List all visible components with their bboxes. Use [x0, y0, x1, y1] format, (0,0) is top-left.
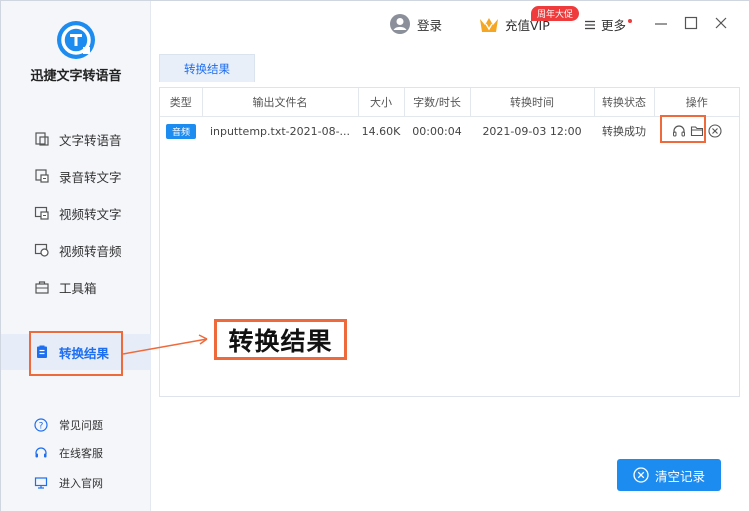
audio-type-badge: 音频 — [165, 123, 196, 139]
bottom-link-label: 常见问题 — [59, 419, 103, 432]
filename-cell: inputtemp.txt-2021-08-... — [209, 124, 351, 138]
promo-badge: 周年大促 — [531, 6, 580, 21]
svg-text:?: ? — [39, 422, 44, 432]
minimize-button[interactable] — [653, 15, 669, 31]
toolbox-icon — [34, 279, 50, 295]
column-header: 类型 — [160, 88, 203, 117]
bottom-link-label: 在线客服 — [59, 447, 103, 460]
app-window: 迅捷文字转语音 文字转语音 录音转文字 视频转文字 视频转音频 工具箱 转换结果… — [0, 0, 750, 512]
official-site-link[interactable]: 进入官网 — [1, 469, 151, 497]
headset-icon — [34, 446, 48, 460]
video-to-audio-icon — [34, 242, 50, 258]
minimize-icon — [655, 23, 667, 25]
help-link[interactable]: ? 常见问题 — [1, 411, 151, 439]
login-label: 登录 — [417, 17, 443, 33]
text-to-speech-icon — [34, 131, 50, 147]
sidebar-item-label: 文字转语音 — [59, 132, 122, 148]
close-button[interactable] — [713, 15, 729, 31]
delete-icon[interactable] — [707, 124, 722, 138]
clear-records-label: 清空记录 — [654, 468, 705, 484]
annotation-callout: 转换结果 — [214, 319, 347, 360]
maximize-button[interactable] — [683, 15, 699, 31]
app-name: 迅捷文字转语音 — [30, 69, 122, 84]
size-cell: 14.60K — [361, 124, 401, 138]
crown-icon — [479, 16, 499, 34]
bottom-link-label: 进入官网 — [59, 477, 103, 490]
table-row[interactable]: 音频 inputtemp.txt-2021-08-... 14.60K 00:0… — [160, 116, 739, 146]
more-label: 更多 — [601, 18, 627, 33]
actions-highlight-box — [660, 115, 706, 143]
more-menu-button[interactable]: 更多 — [584, 15, 633, 34]
close-icon — [715, 17, 727, 29]
login-button[interactable]: 登录 — [389, 13, 442, 35]
status-cell: 转换成功 — [602, 125, 646, 139]
type-cell: 音频 — [160, 116, 202, 146]
column-header: 大小 — [358, 88, 405, 117]
app-logo — [57, 21, 95, 59]
help-icon: ? — [34, 418, 48, 432]
video-to-text-icon — [34, 205, 50, 221]
header: 登录 充值VIP 周年大促 更多 — [151, 1, 750, 49]
sidebar-item-video-to-text[interactable]: 视频转文字 — [1, 195, 151, 231]
menu-icon — [584, 19, 596, 31]
clear-icon — [633, 467, 649, 483]
table-header-row: 类型 输出文件名 大小 字数/时长 转换时间 转换状态 操作 — [160, 88, 739, 117]
column-header: 输出文件名 — [202, 88, 359, 117]
sidebar-item-label: 录音转文字 — [59, 169, 122, 185]
column-header: 字数/时长 — [404, 88, 471, 117]
monitor-icon — [34, 476, 48, 490]
sidebar-item-label: 工具箱 — [59, 280, 97, 296]
maximize-icon — [684, 16, 698, 30]
time-cell: 2021-09-03 12:00 — [482, 124, 582, 138]
sidebar: 迅捷文字转语音 文字转语音 录音转文字 视频转文字 视频转音频 工具箱 转换结果… — [1, 1, 151, 511]
clear-records-button[interactable]: 清空记录 — [617, 459, 721, 491]
sidebar-item-text-to-speech[interactable]: 文字转语音 — [1, 121, 151, 157]
sidebar-item-video-to-audio[interactable]: 视频转音频 — [1, 232, 151, 268]
sidebar-item-recording-to-text[interactable]: 录音转文字 — [1, 158, 151, 194]
sidebar-item-toolbox[interactable]: 工具箱 — [1, 269, 151, 305]
column-header: 转换时间 — [470, 88, 595, 117]
sidebar-item-label: 视频转文字 — [59, 206, 122, 222]
recording-to-text-icon — [34, 168, 50, 184]
user-avatar-icon — [389, 13, 411, 35]
tab-conversion-result[interactable]: 转换结果 — [159, 54, 255, 82]
duration-cell: 00:00:04 — [412, 124, 462, 138]
online-support-link[interactable]: 在线客服 — [1, 439, 151, 467]
results-table: 类型 输出文件名 大小 字数/时长 转换时间 转换状态 操作 音频 inputt… — [160, 88, 739, 146]
sidebar-item-label: 视频转音频 — [59, 243, 122, 259]
column-header: 操作 — [654, 88, 739, 117]
notification-dot — [628, 18, 633, 23]
column-header: 转换状态 — [594, 88, 655, 117]
sidebar-highlight-box — [29, 331, 123, 376]
